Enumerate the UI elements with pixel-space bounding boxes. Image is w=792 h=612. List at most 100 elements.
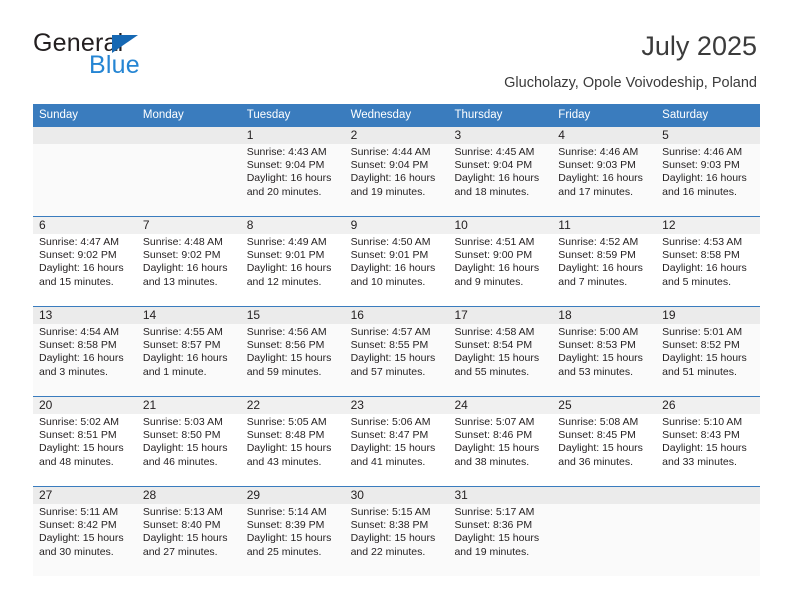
day-cell-inner <box>136 127 241 216</box>
day-cell-inner: 1 Sunrise: 4:43 AM Sunset: 9:04 PM Daylight… <box>240 127 345 216</box>
day-number: 13 <box>33 307 137 324</box>
day-cell-inner: 13 Sunrise: 4:54 AM Sunset: 8:58 PM Dayligh… <box>33 307 137 396</box>
general-blue-logo[interactable]: General Blue <box>33 30 243 84</box>
sunset-text: Sunset: 9:02 PM <box>39 249 117 262</box>
day-cell-inner: 8 Sunrise: 4:49 AM Sunset: 9:01 PM Daylight… <box>240 217 345 306</box>
calendar-day-cell[interactable]: 4 Sunrise: 4:46 AM Sunset: 9:03 PM Daylight… <box>552 127 657 216</box>
sunrise-text: Sunrise: 4:50 AM <box>350 236 431 248</box>
calendar-day-cell[interactable]: 29 Sunrise: 5:14 AM Sunset: 8:39 PM Dayligh… <box>240 487 345 576</box>
calendar-day-cell[interactable]: 22 Sunrise: 5:05 AM Sunset: 8:48 PM Dayligh… <box>240 397 345 486</box>
day-cell-inner <box>33 127 137 216</box>
calendar-day-cell[interactable]: 28 Sunrise: 5:13 AM Sunset: 8:40 PM Dayligh… <box>136 487 241 576</box>
weekday-header-row: Sunday Monday Tuesday Wednesday Thursday Frid… <box>33 104 760 126</box>
calendar-day-cell[interactable]: 6 Sunrise: 4:47 AM Sunset: 9:02 PM Daylight… <box>33 217 137 306</box>
calendar-week-row: 6 Sunrise: 4:47 AM Sunset: 9:02 PM Daylight… <box>33 216 761 306</box>
sunrise-text: Sunrise: 5:10 AM <box>662 416 743 428</box>
calendar-day-cell[interactable]: 13 Sunrise: 4:54 AM Sunset: 8:58 PM Dayligh… <box>33 307 137 396</box>
calendar-day-cell[interactable]: 5 Sunrise: 4:46 AM Sunset: 9:03 PM Daylight… <box>656 127 761 216</box>
day-number <box>136 127 241 144</box>
sunrise-text: Sunrise: 5:11 AM <box>39 506 119 518</box>
calendar-day-cell[interactable]: 2 Sunrise: 4:44 AM Sunset: 9:04 PM Daylight… <box>344 127 449 216</box>
day-number: 28 <box>136 487 241 504</box>
calendar-day-cell[interactable]: 15 Sunrise: 4:56 AM Sunset: 8:56 PM Dayligh… <box>240 307 345 396</box>
calendar-page: General Blue July 2025 Glucholazy, Opole… <box>0 0 792 612</box>
sunset-text: Sunset: 8:46 PM <box>454 429 533 442</box>
day-sun-info: Sunrise: 5:15 AM Sunset: 8:38 PM Daylight:… <box>345 504 449 559</box>
weekday-header-thursday: Thursday <box>454 109 503 121</box>
day-sun-info: Sunrise: 4:53 AM Sunset: 8:58 PM Daylight:… <box>656 234 760 289</box>
sunrise-text: Sunrise: 4:46 AM <box>662 146 743 158</box>
calendar-day-cell[interactable]: 24 Sunrise: 5:07 AM Sunset: 8:46 PM Dayligh… <box>448 397 553 486</box>
day-sun-info: Sunrise: 4:45 AM Sunset: 9:04 PM Daylight:… <box>448 144 552 199</box>
day-number: 3 <box>448 127 553 144</box>
day-number: 20 <box>33 397 137 414</box>
daylight-text: Daylight: 16 hours and 15 minutes. <box>39 262 124 288</box>
calendar-week-row: 27 Sunrise: 5:11 AM Sunset: 8:42 PM Dayligh… <box>33 486 761 576</box>
day-sun-info: Sunrise: 4:52 AM Sunset: 8:59 PM Daylight:… <box>552 234 656 289</box>
day-sun-info: Sunrise: 4:57 AM Sunset: 8:55 PM Daylight:… <box>345 324 449 379</box>
calendar-day-cell-empty <box>656 487 761 576</box>
calendar-week-row: 20 Sunrise: 5:02 AM Sunset: 8:51 PM Dayligh… <box>33 396 761 486</box>
day-cell-inner: 18 Sunrise: 5:00 AM Sunset: 8:53 PM Dayligh… <box>552 307 657 396</box>
calendar-day-cell[interactable]: 17 Sunrise: 4:58 AM Sunset: 8:54 PM Dayligh… <box>448 307 553 396</box>
weekday-header-saturday: Saturday <box>662 109 709 121</box>
calendar-day-cell[interactable]: 30 Sunrise: 5:15 AM Sunset: 8:38 PM Dayligh… <box>344 487 449 576</box>
calendar-day-cell[interactable]: 20 Sunrise: 5:02 AM Sunset: 8:51 PM Dayligh… <box>33 397 137 486</box>
day-number: 27 <box>33 487 137 504</box>
daylight-text: Daylight: 15 hours and 43 minutes. <box>246 442 332 468</box>
day-cell-inner: 28 Sunrise: 5:13 AM Sunset: 8:40 PM Dayligh… <box>136 487 241 576</box>
calendar-day-cell[interactable]: 19 Sunrise: 5:01 AM Sunset: 8:52 PM Dayligh… <box>656 307 761 396</box>
day-number: 18 <box>552 307 657 324</box>
logo-text-blue: Blue <box>89 51 140 79</box>
day-cell-inner: 20 Sunrise: 5:02 AM Sunset: 8:51 PM Dayligh… <box>33 397 137 486</box>
weekday-header-friday: Friday <box>558 109 591 121</box>
daylight-text: Daylight: 15 hours and 33 minutes. <box>662 442 747 468</box>
weekday-header-monday: Monday <box>142 109 184 121</box>
day-number: 9 <box>344 217 449 234</box>
calendar-day-cell[interactable]: 10 Sunrise: 4:51 AM Sunset: 9:00 PM Dayligh… <box>448 217 553 306</box>
weekday-header-sunday: Sunday <box>39 109 79 121</box>
calendar-day-cell[interactable]: 7 Sunrise: 4:48 AM Sunset: 9:02 PM Daylight… <box>136 217 241 306</box>
calendar-day-cell[interactable]: 3 Sunrise: 4:45 AM Sunset: 9:04 PM Daylight… <box>448 127 553 216</box>
calendar-day-cell[interactable]: 12 Sunrise: 4:53 AM Sunset: 8:58 PM Dayligh… <box>656 217 761 306</box>
calendar-day-cell[interactable]: 27 Sunrise: 5:11 AM Sunset: 8:42 PM Dayligh… <box>33 487 137 576</box>
calendar-day-cell[interactable]: 18 Sunrise: 5:00 AM Sunset: 8:53 PM Dayligh… <box>552 307 657 396</box>
calendar-day-cell[interactable]: 8 Sunrise: 4:49 AM Sunset: 9:01 PM Daylight… <box>240 217 345 306</box>
page-header: General Blue July 2025 Glucholazy, Opole… <box>33 30 757 98</box>
day-cell-inner: 25 Sunrise: 5:08 AM Sunset: 8:45 PM Dayligh… <box>552 397 657 486</box>
daylight-text: Daylight: 16 hours and 19 minutes. <box>350 172 436 198</box>
sunrise-text: Sunrise: 5:13 AM <box>142 506 223 518</box>
day-number: 23 <box>344 397 449 414</box>
calendar-day-cell[interactable]: 31 Sunrise: 5:17 AM Sunset: 8:36 PM Dayligh… <box>448 487 553 576</box>
sunrise-text: Sunrise: 4:54 AM <box>39 326 119 338</box>
day-cell-inner: 17 Sunrise: 4:58 AM Sunset: 8:54 PM Dayligh… <box>448 307 553 396</box>
sunset-text: Sunset: 8:48 PM <box>246 429 325 442</box>
calendar-day-cell[interactable]: 14 Sunrise: 4:55 AM Sunset: 8:57 PM Dayligh… <box>136 307 241 396</box>
calendar-day-cell[interactable]: 25 Sunrise: 5:08 AM Sunset: 8:45 PM Dayligh… <box>552 397 657 486</box>
daylight-text: Daylight: 15 hours and 59 minutes. <box>246 352 332 378</box>
calendar-day-cell[interactable]: 11 Sunrise: 4:52 AM Sunset: 8:59 PM Dayligh… <box>552 217 657 306</box>
calendar-day-cell[interactable]: 23 Sunrise: 5:06 AM Sunset: 8:47 PM Dayligh… <box>344 397 449 486</box>
sunset-text: Sunset: 8:40 PM <box>142 519 221 532</box>
daylight-text: Daylight: 15 hours and 25 minutes. <box>246 532 332 558</box>
day-cell-inner: 3 Sunrise: 4:45 AM Sunset: 9:04 PM Daylight… <box>448 127 553 216</box>
calendar-day-cell[interactable]: 1 Sunrise: 4:43 AM Sunset: 9:04 PM Daylight… <box>240 127 345 216</box>
page-subtitle: Glucholazy, Opole Voivodeship, Poland <box>504 75 757 91</box>
calendar-day-cell[interactable]: 16 Sunrise: 4:57 AM Sunset: 8:55 PM Dayligh… <box>344 307 449 396</box>
day-sun-info: Sunrise: 5:10 AM Sunset: 8:43 PM Daylight:… <box>656 414 760 469</box>
daylight-text: Daylight: 15 hours and 36 minutes. <box>558 442 643 468</box>
calendar-day-cell[interactable]: 26 Sunrise: 5:10 AM Sunset: 8:43 PM Dayligh… <box>656 397 761 486</box>
calendar-grid: Sunday Monday Tuesday Wednesday Thursday Frid… <box>33 104 761 576</box>
day-cell-inner: 30 Sunrise: 5:15 AM Sunset: 8:38 PM Dayligh… <box>344 487 449 576</box>
sunrise-text: Sunrise: 5:17 AM <box>454 506 535 518</box>
day-number: 5 <box>656 127 761 144</box>
daylight-text: Daylight: 15 hours and 53 minutes. <box>558 352 643 378</box>
calendar-day-cell[interactable]: 21 Sunrise: 5:03 AM Sunset: 8:50 PM Dayligh… <box>136 397 241 486</box>
sunrise-text: Sunrise: 5:02 AM <box>39 416 119 428</box>
day-sun-info: Sunrise: 4:48 AM Sunset: 9:02 PM Daylight:… <box>137 234 241 289</box>
sunrise-text: Sunrise: 5:06 AM <box>350 416 431 428</box>
day-number <box>656 487 761 504</box>
calendar-day-cell[interactable]: 9 Sunrise: 4:50 AM Sunset: 9:01 PM Daylight… <box>344 217 449 306</box>
day-sun-info: Sunrise: 5:00 AM Sunset: 8:53 PM Daylight:… <box>552 324 656 379</box>
daylight-text: Daylight: 15 hours and 38 minutes. <box>454 442 540 468</box>
